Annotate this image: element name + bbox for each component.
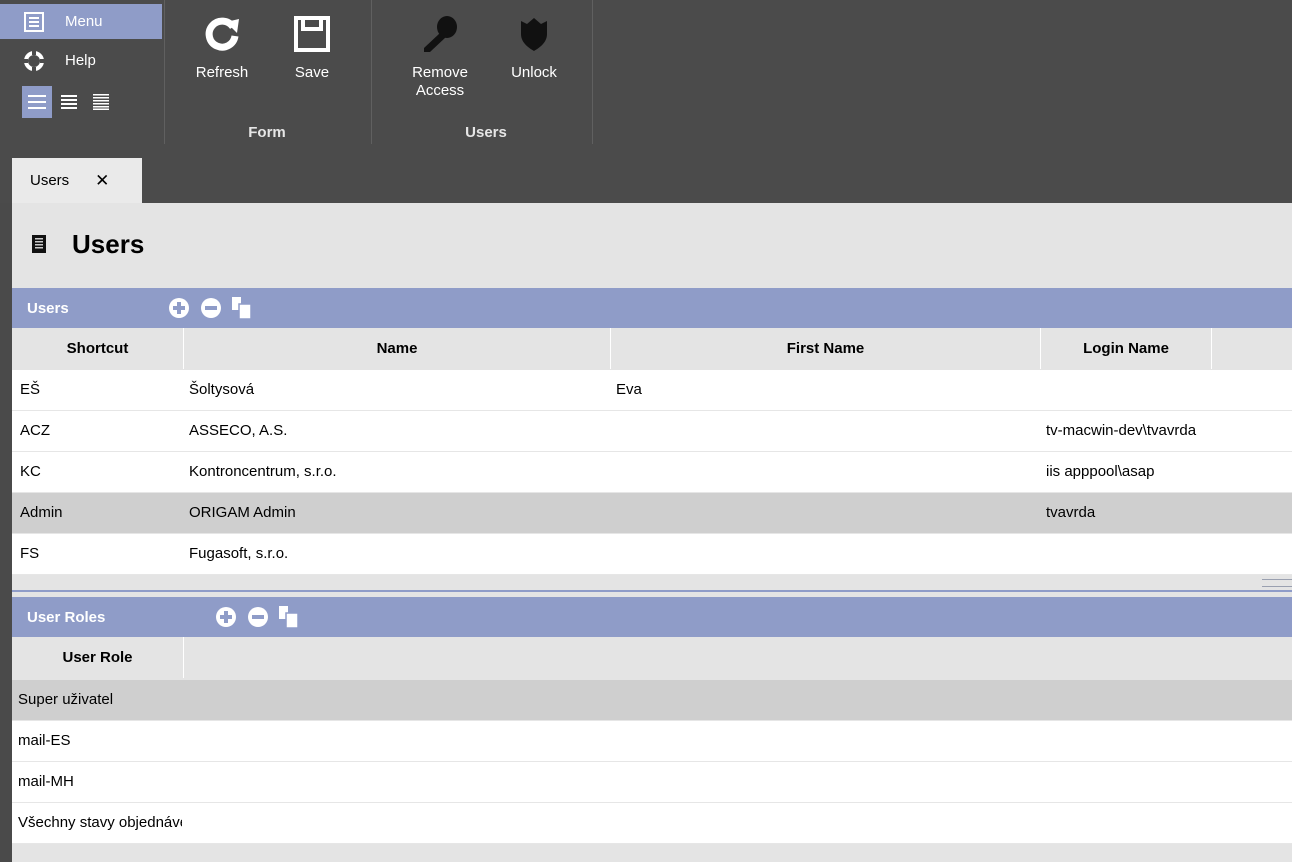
table-row[interactable]: EŠ Šoltysová Eva <box>12 370 1292 411</box>
cell-first-name <box>616 493 1036 533</box>
add-icon[interactable] <box>168 297 190 319</box>
roles-panel-title: User Roles <box>27 608 106 626</box>
dense-view-icon <box>93 94 109 110</box>
view-dense-button[interactable] <box>86 86 116 118</box>
cell-shortcut: Admin <box>20 504 63 521</box>
add-icon[interactable] <box>215 606 237 628</box>
shield-icon <box>496 4 572 64</box>
cell-first-name <box>616 452 1036 492</box>
refresh-icon <box>184 4 260 64</box>
help-icon <box>23 49 45 72</box>
table-row[interactable]: mail-ES <box>12 721 1292 762</box>
roles-panel-tools <box>215 606 309 628</box>
cell-login <box>1046 370 1202 410</box>
remove-access-label: Remove Access <box>412 64 468 99</box>
users-table: EŠ Šoltysová Eva ACZ ASSECO, A.S. tv-mac… <box>12 370 1292 575</box>
ribbon-toolbar: Menu Help Refresh Save Form Remove Acces… <box>0 0 1292 158</box>
roles-panel-header: User Roles <box>12 597 1292 637</box>
help-label: Help <box>65 52 96 69</box>
cell-first-name <box>616 411 1036 451</box>
ribbon-separator <box>371 0 372 144</box>
users-panel-tools <box>168 297 262 319</box>
cell-name: Kontroncentrum, s.r.o. <box>189 463 337 480</box>
view-mode-switcher <box>22 86 118 118</box>
cell-user-role: mail-MH <box>18 773 74 790</box>
view-list-button[interactable] <box>22 86 52 118</box>
menu-button[interactable]: Menu <box>0 4 162 39</box>
menu-icon <box>23 11 45 33</box>
remove-icon[interactable] <box>200 297 222 319</box>
compact-view-icon <box>61 95 77 109</box>
cell-login: tvavrda <box>1046 504 1096 521</box>
remove-icon[interactable] <box>247 606 269 628</box>
table-row[interactable]: FS Fugasoft, s.r.o. <box>12 534 1292 575</box>
cell-login <box>1046 534 1202 574</box>
remove-access-button[interactable]: Remove Access <box>402 4 478 100</box>
cell-shortcut: ACZ <box>20 422 50 439</box>
content-area: Users Users Shortcut Name First Name Log… <box>12 203 1292 862</box>
cell-name: Fugasoft, s.r.o. <box>189 545 289 562</box>
tab-users[interactable]: Users ✕ <box>12 158 142 203</box>
copy-icon[interactable] <box>232 297 252 319</box>
tab-label: Users <box>30 172 70 189</box>
menu-label: Menu <box>65 13 103 30</box>
column-header-shortcut[interactable]: Shortcut <box>12 328 184 369</box>
refresh-label: Refresh <box>195 64 249 81</box>
page-title: Users <box>32 229 144 260</box>
group-label-users: Users <box>465 124 507 141</box>
table-row[interactable]: Všechny stavy objednávek <box>12 803 1292 844</box>
group-label-form: Form <box>248 124 286 141</box>
cell-name: ORIGAM Admin <box>189 504 296 521</box>
ribbon-separator <box>592 0 593 144</box>
view-compact-button[interactable] <box>54 86 84 118</box>
unlock-button[interactable]: Unlock <box>496 4 572 82</box>
copy-icon[interactable] <box>279 606 299 628</box>
table-row[interactable]: mail-MH <box>12 762 1292 803</box>
table-row[interactable]: ACZ ASSECO, A.S. tv-macwin-dev\tvavrda <box>12 411 1292 452</box>
save-button[interactable]: Save <box>274 4 350 82</box>
users-panel-header: Users <box>12 288 1292 328</box>
cell-user-role: mail-ES <box>18 732 71 749</box>
column-header-name[interactable]: Name <box>184 328 611 369</box>
roles-column-header: User Role <box>12 637 1292 678</box>
close-icon[interactable]: ✕ <box>95 171 109 191</box>
help-button[interactable]: Help <box>0 43 162 78</box>
unlock-label: Unlock <box>511 64 557 81</box>
list-view-icon <box>28 95 46 109</box>
cell-login: tv-macwin-dev\tvavrda <box>1046 422 1197 439</box>
splitter-line <box>12 590 1292 592</box>
cell-login: iis apppool\asap <box>1046 463 1155 480</box>
refresh-button[interactable]: Refresh <box>184 4 260 82</box>
panel-splitter[interactable] <box>12 576 1292 594</box>
cell-name: Šoltysová <box>189 381 255 398</box>
column-header-user-role[interactable]: User Role <box>12 637 184 678</box>
save-label: Save <box>294 64 330 81</box>
page-title-text: Users <box>72 229 145 259</box>
key-icon <box>402 4 478 64</box>
column-header-first-name[interactable]: First Name <box>611 328 1041 369</box>
table-row-selected[interactable]: Super uživatel <box>12 680 1292 721</box>
splitter-grip-icon[interactable] <box>1262 579 1292 587</box>
document-icon <box>32 229 46 260</box>
cell-shortcut: KC <box>20 463 41 480</box>
users-panel-title: Users <box>27 299 69 317</box>
column-header-login-name[interactable]: Login Name <box>1041 328 1212 369</box>
cell-user-role: Všechny stavy objednávek <box>18 814 182 831</box>
roles-table: Super uživatel mail-ES mail-MH Všechny s… <box>12 680 1292 844</box>
save-icon <box>274 4 350 64</box>
table-row-selected[interactable]: Admin ORIGAM Admin tvavrda <box>12 493 1292 534</box>
ribbon-separator <box>164 0 165 144</box>
tab-bar: Users ✕ <box>0 158 1292 203</box>
table-row[interactable]: KC Kontroncentrum, s.r.o. iis apppool\as… <box>12 452 1292 493</box>
cell-shortcut: FS <box>20 545 40 562</box>
cell-first-name <box>616 534 1036 574</box>
cell-first-name: Eva <box>616 381 642 398</box>
users-column-header: Shortcut Name First Name Login Name <box>12 328 1292 369</box>
cell-name: ASSECO, A.S. <box>189 422 288 439</box>
cell-shortcut: EŠ <box>20 381 41 398</box>
cell-user-role: Super uživatel <box>18 691 114 708</box>
